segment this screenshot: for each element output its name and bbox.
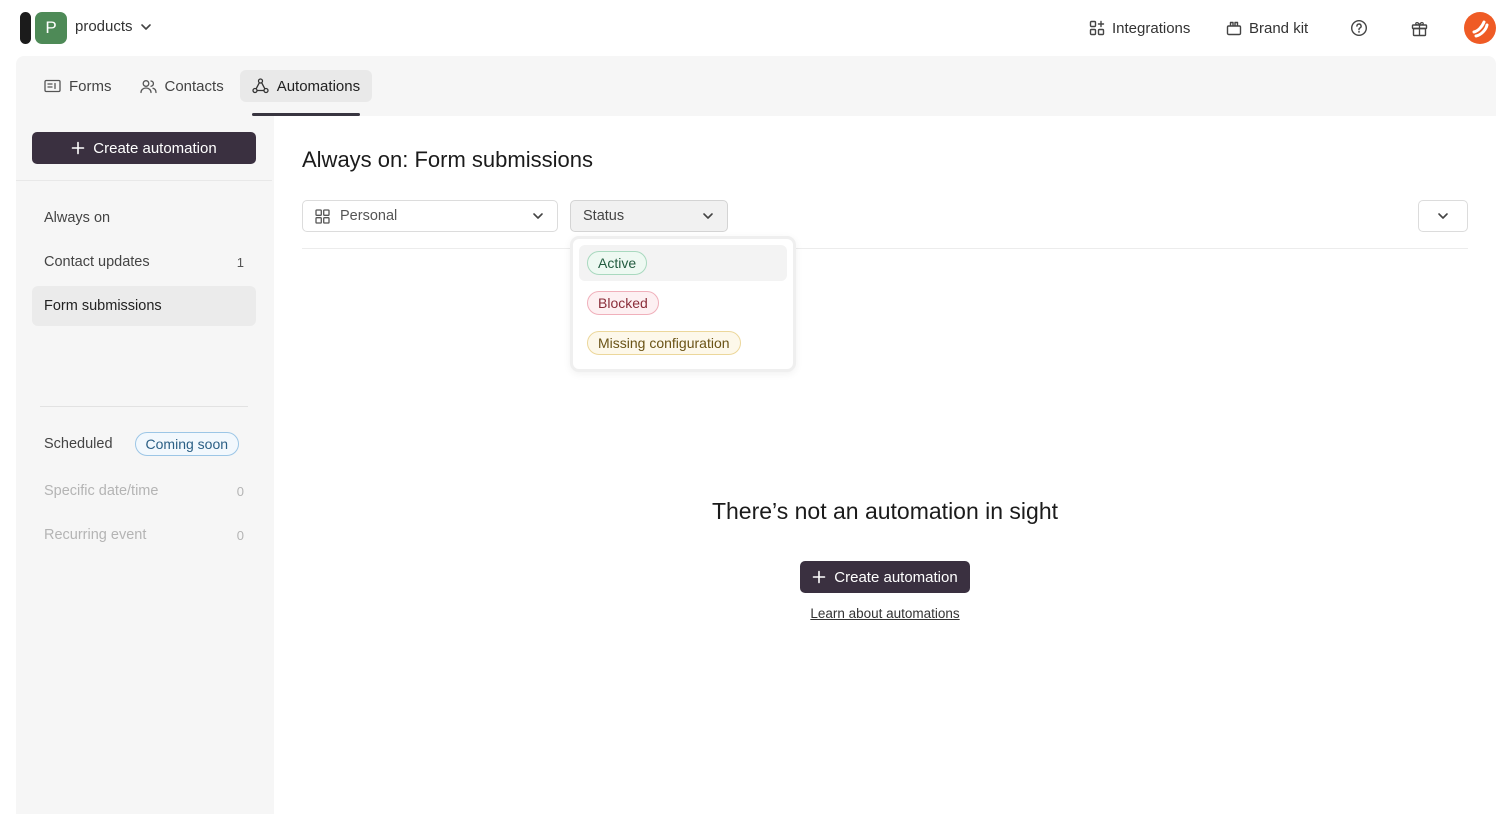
- sidebar-item-label: Always on: [44, 210, 111, 226]
- brand-kit-icon: [1226, 21, 1242, 36]
- gift-icon: [1411, 21, 1428, 36]
- user-avatar[interactable]: [1464, 12, 1496, 44]
- sidebar-item-specific-date-time: Specific date/time 0: [32, 471, 256, 511]
- create-automation-button[interactable]: Create automation: [32, 132, 256, 164]
- chevron-down-icon: [703, 213, 713, 219]
- tab-automations[interactable]: Automations: [239, 70, 373, 116]
- sidebar-divider: [40, 406, 248, 407]
- sidebar-item-count: 0: [236, 483, 244, 499]
- form-icon: [44, 79, 61, 93]
- sidebar-item-label: Form submissions: [44, 298, 162, 314]
- learn-link-label: Learn about automations: [810, 606, 960, 621]
- sidebar-item-count: 1: [236, 254, 244, 270]
- main-tabs: Forms Contacts Automations: [32, 56, 373, 116]
- view-select[interactable]: Personal: [302, 200, 558, 232]
- scheduled-section: Scheduled Coming soon: [44, 432, 240, 456]
- app-frame: Forms Contacts Automations Create automa…: [16, 56, 1496, 814]
- page-title: Always on: Form submissions: [302, 147, 593, 172]
- status-option-blocked[interactable]: Blocked: [579, 285, 787, 321]
- empty-state-title: There’s not an automation in sight: [711, 498, 1059, 524]
- grid-icon: [315, 208, 330, 224]
- chevron-down-icon: [1438, 213, 1448, 219]
- chevron-down-icon: [533, 213, 543, 219]
- integrations-label: Integrations: [1112, 19, 1191, 37]
- view-select-value: Personal: [340, 208, 398, 224]
- sort-select[interactable]: [1418, 200, 1468, 232]
- tab-contacts[interactable]: Contacts: [128, 70, 236, 102]
- status-select-value: Status: [583, 208, 625, 224]
- plus-icon: [812, 570, 826, 584]
- tab-forms[interactable]: Forms: [32, 70, 124, 102]
- workspace-switcher[interactable]: products: [75, 18, 153, 35]
- tab-label: Forms: [69, 77, 112, 95]
- status-tag: Blocked: [587, 291, 659, 315]
- tab-label: Automations: [276, 77, 361, 95]
- learn-about-automations-link[interactable]: Learn about automations: [274, 606, 1496, 621]
- sidebar-item-form-submissions[interactable]: Form submissions: [32, 286, 256, 326]
- brand-kit-button[interactable]: Brand kit: [1226, 16, 1308, 40]
- integrations-button[interactable]: Integrations: [1089, 16, 1190, 40]
- plus-icon: [71, 141, 85, 155]
- status-dropdown-menu: Active Blocked Missing configuration: [570, 236, 796, 372]
- empty-create-automation-button[interactable]: Create automation: [800, 561, 970, 593]
- tab-label: Contacts: [164, 77, 224, 95]
- chevron-down-icon: [140, 23, 151, 30]
- sidebar-item-contact-updates[interactable]: Contact updates 1: [32, 242, 256, 282]
- contacts-icon: [139, 79, 157, 93]
- gift-button[interactable]: [1411, 16, 1428, 40]
- status-select[interactable]: Status: [570, 200, 728, 232]
- create-automation-label: Create automation: [93, 139, 217, 157]
- automations-icon: [252, 78, 269, 94]
- sidebar-item-always-on[interactable]: Always on: [32, 198, 256, 238]
- status-tag: Active: [587, 251, 648, 275]
- status-option-active[interactable]: Active: [579, 245, 787, 281]
- integrations-icon: [1089, 20, 1105, 36]
- sidebar-item-count: 0: [236, 527, 244, 543]
- sidebar-item-label: Recurring event: [44, 527, 147, 543]
- help-icon: [1350, 19, 1368, 37]
- workspace-name: products: [75, 18, 133, 35]
- coming-soon-badge: Coming soon: [134, 432, 240, 456]
- workspace-avatar[interactable]: P: [35, 12, 67, 44]
- sidebar-item-label: Specific date/time: [44, 483, 159, 499]
- top-bar: P products Integrations Brand kit: [0, 0, 1512, 56]
- sidebar-item-recurring-event: Recurring event 0: [32, 515, 256, 555]
- sidebar-item-label: Contact updates: [44, 254, 150, 270]
- app-logo: [20, 12, 31, 44]
- filter-divider: [302, 248, 1468, 249]
- sidebar-divider-top: [16, 180, 272, 181]
- scheduled-label: Scheduled: [44, 436, 113, 452]
- brand-kit-label: Brand kit: [1249, 19, 1309, 37]
- status-option-missing-configuration[interactable]: Missing configuration: [579, 325, 787, 361]
- status-tag: Missing configuration: [587, 331, 741, 355]
- help-button[interactable]: [1350, 16, 1368, 40]
- empty-create-label: Create automation: [834, 568, 958, 586]
- avatar-logo-icon: [1472, 20, 1489, 38]
- main-content: Always on: Form submissions Personal Sta…: [274, 116, 1496, 814]
- sidebar: Create automation Always on Contact upda…: [16, 116, 272, 814]
